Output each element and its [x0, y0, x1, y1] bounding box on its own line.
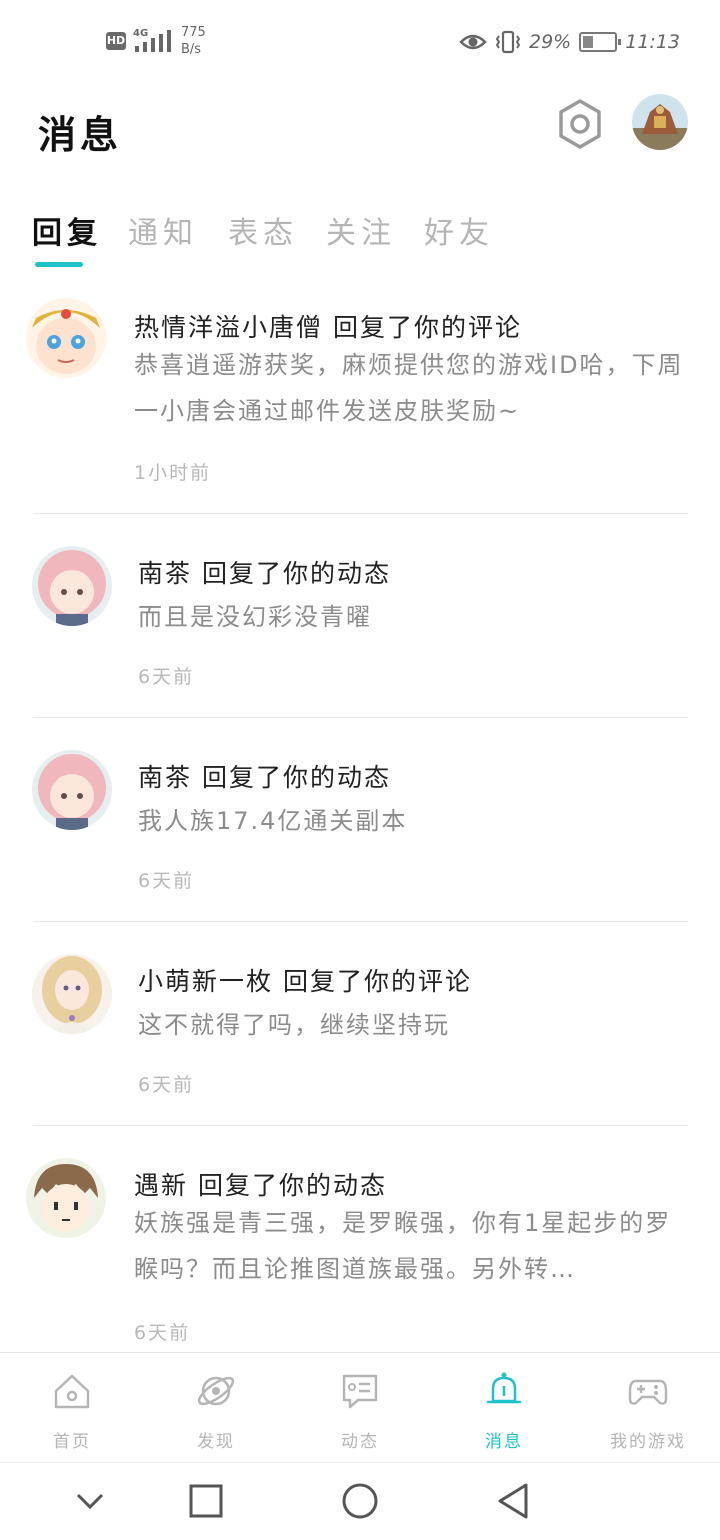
gamepad-icon	[628, 1379, 668, 1405]
feed-icon	[342, 1374, 378, 1409]
page-title: 消息	[38, 113, 123, 157]
battery-icon	[579, 32, 622, 52]
tab-reply[interactable]: 回复	[32, 208, 102, 252]
eye-icon	[459, 34, 487, 50]
status-bar: HD 4G 775 B/s 29% 11:13	[0, 0, 720, 84]
bell-icon	[486, 1372, 522, 1404]
message-body: 我人族17.4亿通关副本	[138, 807, 408, 835]
back-triangle-icon[interactable]	[494, 1481, 534, 1521]
speed-value: 775	[181, 25, 206, 40]
message-time: 6天前	[138, 870, 195, 892]
message-title: 南茶 回复了你的动态	[138, 559, 391, 588]
system-nav-bar	[0, 1462, 720, 1540]
recents-square-icon[interactable]	[186, 1481, 226, 1521]
message-title: 南茶 回复了你的动态	[138, 763, 391, 792]
clock: 11:13	[625, 31, 680, 53]
nav-label: 发现	[197, 1432, 235, 1452]
planet-icon	[197, 1376, 235, 1406]
monk-avatar[interactable]	[26, 298, 106, 378]
message-item[interactable]: 南茶 回复了你的动态 而且是没幻彩没青曜 6天前	[0, 514, 720, 718]
nav-my-games[interactable]: 我的游戏	[588, 1353, 708, 1463]
home-icon	[54, 1374, 90, 1409]
settings-icon[interactable]	[556, 98, 604, 150]
message-body: 而且是没幻彩没青曜	[138, 603, 372, 631]
tab-reactions[interactable]: 表态	[228, 208, 298, 252]
message-time: 6天前	[134, 1322, 191, 1344]
message-item[interactable]: 南茶 回复了你的动态 我人族17.4亿通关副本 6天前	[0, 718, 720, 922]
nav-home[interactable]: 首页	[12, 1353, 132, 1463]
user-avatar[interactable]	[632, 94, 688, 150]
network-label: 4G	[133, 28, 148, 39]
tab-notifications[interactable]: 通知	[128, 208, 198, 252]
blonde-girl-avatar[interactable]	[32, 954, 112, 1034]
battery-percent: 29%	[529, 31, 572, 53]
nav-discover[interactable]: 发现	[156, 1353, 276, 1463]
home-circle-icon[interactable]	[340, 1481, 380, 1521]
status-right: 29% 11:13	[459, 28, 680, 56]
pink-hair-girl-avatar[interactable]	[32, 750, 112, 830]
message-time: 1小时前	[134, 462, 212, 484]
message-body: 这不就得了吗，继续坚持玩	[138, 1011, 450, 1039]
message-time: 6天前	[138, 666, 195, 688]
nav-label: 首页	[53, 1432, 91, 1452]
message-body: 恭喜逍遥游获奖，麻烦提供您的游戏ID哈，下周一小唐会通过邮件发送皮肤奖励~	[134, 351, 684, 425]
nav-label: 动态	[341, 1432, 379, 1452]
message-time: 6天前	[138, 1074, 195, 1096]
header: 消息	[0, 84, 720, 180]
nav-label: 消息	[485, 1432, 523, 1452]
hd-badge: HD	[106, 32, 126, 50]
nav-feed[interactable]: 动态	[300, 1353, 420, 1463]
pink-hair-girl-avatar[interactable]	[32, 546, 112, 626]
cartoon-boy-avatar[interactable]	[26, 1158, 106, 1238]
message-title: 热情洋溢小唐僧 回复了你的评论	[134, 313, 522, 342]
tab-friends[interactable]: 好友	[424, 208, 494, 252]
vibrate-icon	[495, 30, 521, 54]
message-item[interactable]: 热情洋溢小唐僧 回复了你的评论 恭喜逍遥游获奖，麻烦提供您的游戏ID哈，下周一小…	[0, 288, 720, 514]
message-body: 妖族强是青三强，是罗睺强，你有1星起步的罗睺吗？而且论推图道族最强。另外转…	[134, 1209, 672, 1283]
nav-messages[interactable]: 消息	[444, 1353, 564, 1463]
tab-indicator	[35, 262, 83, 267]
chevron-down-icon[interactable]	[70, 1481, 110, 1521]
tab-follows[interactable]: 关注	[326, 208, 396, 252]
message-item[interactable]: 小萌新一枚 回复了你的评论 这不就得了吗，继续坚持玩 6天前	[0, 922, 720, 1126]
bottom-nav: 首页 发现 动态 消息 我的游戏	[0, 1352, 720, 1462]
tab-bar: 回复 通知 表态 关注 好友	[0, 200, 720, 272]
message-item[interactable]: 遇新 回复了你的动态 妖族强是青三强，是罗睺强，你有1星起步的罗睺吗？而且论推图…	[0, 1126, 720, 1346]
speed-unit: B/s	[181, 42, 202, 57]
nav-label: 我的游戏	[610, 1432, 686, 1452]
message-title: 遇新 回复了你的动态	[134, 1171, 387, 1200]
signal-icon: 4G	[133, 28, 171, 52]
message-title: 小萌新一枚 回复了你的评论	[138, 967, 472, 996]
network-speed: 775 B/s	[181, 24, 206, 58]
